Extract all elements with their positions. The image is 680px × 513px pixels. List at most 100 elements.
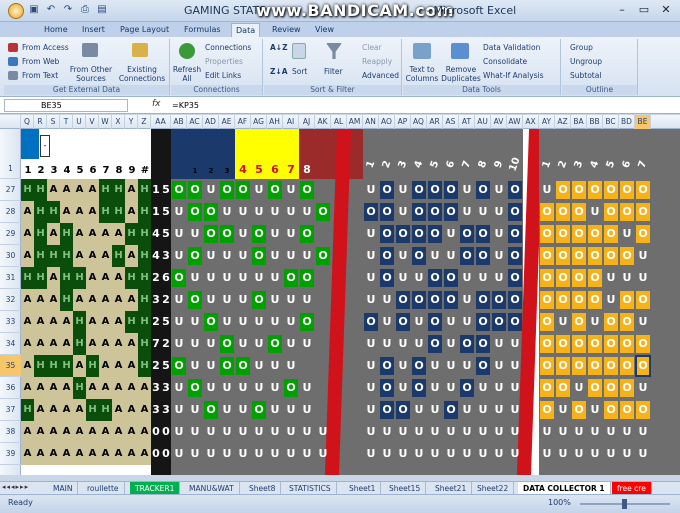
orange-grid-cell[interactable]: O (556, 269, 570, 287)
green-grid-cell[interactable]: U (300, 379, 314, 397)
from-access-button[interactable]: From Access (22, 43, 69, 52)
orange-grid-cell[interactable]: U (588, 313, 602, 331)
ha-cell[interactable]: A (73, 443, 86, 465)
ha-cell[interactable]: A (21, 333, 34, 355)
orange-grid-cell[interactable]: O (588, 291, 602, 309)
blue-grid-cell[interactable]: U (396, 445, 410, 463)
column-header-aj[interactable]: AJ (299, 115, 315, 129)
refresh-all-button[interactable]: Refresh All (171, 65, 203, 83)
blue-grid-cell[interactable]: O (380, 247, 394, 265)
column-header-r[interactable]: R (34, 115, 47, 129)
column-header-ba[interactable]: BA (571, 115, 587, 129)
blue-grid-cell[interactable]: O (476, 357, 490, 375)
score-cell[interactable]: 0 (151, 421, 161, 443)
blue-grid-cell[interactable]: O (444, 269, 458, 287)
blue-grid-cell[interactable]: O (412, 357, 426, 375)
blue-grid-cell[interactable]: O (460, 247, 474, 265)
blue-grid-cell[interactable]: O (508, 203, 522, 221)
green-grid-cell[interactable]: U (204, 247, 218, 265)
blue-grid-cell[interactable]: U (380, 313, 394, 331)
blue-grid-cell[interactable]: U (460, 291, 474, 309)
green-grid-cell[interactable]: U (172, 423, 186, 441)
green-grid-cell[interactable]: U (252, 203, 266, 221)
group-button[interactable]: Group (570, 43, 593, 52)
ha-cell[interactable]: A (73, 179, 86, 201)
score-cell[interactable]: 2 (151, 267, 161, 289)
green-grid-cell[interactable]: U (284, 203, 298, 221)
blue-grid-cell[interactable]: U (476, 445, 490, 463)
orange-grid-cell[interactable]: O (572, 313, 586, 331)
ha-cell[interactable]: H (34, 223, 47, 245)
green-grid-cell[interactable]: O (188, 203, 202, 221)
green-grid-cell[interactable]: U (204, 335, 218, 353)
orange-grid-cell[interactable]: O (620, 181, 634, 199)
filter-button[interactable]: Filter (324, 67, 343, 76)
blue-grid-cell[interactable]: O (444, 291, 458, 309)
score-cell[interactable]: 4 (151, 223, 161, 245)
blue-grid-cell[interactable]: U (364, 181, 378, 199)
column-header-av[interactable]: AV (491, 115, 507, 129)
ha-cell[interactable]: A (125, 377, 138, 399)
blue-grid-cell[interactable]: O (412, 181, 426, 199)
orange-grid-cell[interactable]: U (620, 225, 634, 243)
blue-grid-cell[interactable]: O (380, 269, 394, 287)
green-grid-cell[interactable]: O (172, 357, 186, 375)
ha-cell[interactable]: A (86, 289, 99, 311)
ha-cell[interactable]: A (34, 421, 47, 443)
blue-grid-cell[interactable]: U (364, 423, 378, 441)
orange-grid-cell[interactable]: O (540, 269, 554, 287)
column-header-t[interactable]: T (60, 115, 73, 129)
row-header-31[interactable]: 31 (0, 267, 21, 289)
blue-grid-cell[interactable]: O (444, 401, 458, 419)
green-grid-cell[interactable]: U (268, 379, 282, 397)
blue-grid-cell[interactable]: O (492, 313, 506, 331)
green-grid-cell[interactable]: U (188, 357, 202, 375)
orange-grid-cell[interactable]: O (556, 379, 570, 397)
orange-grid-cell[interactable]: O (556, 225, 570, 243)
blue-grid-cell[interactable]: U (428, 445, 442, 463)
orange-grid-cell[interactable]: O (572, 181, 586, 199)
green-grid-cell[interactable]: U (236, 423, 250, 441)
orange-grid-cell[interactable]: O (604, 335, 618, 353)
blue-grid-cell[interactable]: U (508, 445, 522, 463)
blue-grid-cell[interactable]: O (492, 291, 506, 309)
ha-cell[interactable]: A (21, 443, 34, 465)
ha-cell[interactable]: A (125, 333, 138, 355)
orange-grid-cell[interactable]: U (620, 423, 634, 441)
orange-grid-cell[interactable]: O (636, 401, 650, 419)
green-grid-cell[interactable]: U (284, 357, 298, 375)
ha-cell[interactable]: A (125, 355, 138, 377)
blue-grid-cell[interactable]: U (460, 181, 474, 199)
column-header-ak[interactable]: AK (315, 115, 331, 129)
orange-grid-cell[interactable]: O (620, 335, 634, 353)
blue-grid-cell[interactable]: O (380, 181, 394, 199)
blue-grid-cell[interactable]: U (396, 335, 410, 353)
green-grid-cell[interactable]: U (236, 291, 250, 309)
row-header-28[interactable]: 28 (0, 201, 21, 223)
zoom-thumb[interactable] (622, 499, 627, 509)
sheet-nav-icon[interactable]: ◂◂◂▸▸▸ (2, 483, 29, 491)
row-header-32[interactable]: 32 (0, 289, 21, 311)
green-grid-cell[interactable]: U (188, 445, 202, 463)
ha-cell[interactable]: A (112, 355, 125, 377)
green-grid-cell[interactable]: U (220, 269, 234, 287)
ha-cell[interactable]: A (34, 399, 47, 421)
close-icon[interactable]: ✕ (656, 2, 676, 18)
column-header-as[interactable]: AS (443, 115, 459, 129)
ha-cell[interactable]: A (99, 245, 112, 267)
green-grid-cell[interactable]: U (172, 313, 186, 331)
blue-grid-cell[interactable]: U (476, 269, 490, 287)
column-header-au[interactable]: AU (475, 115, 491, 129)
ha-cell[interactable]: H (99, 399, 112, 421)
blue-grid-cell[interactable]: U (444, 225, 458, 243)
score-cell[interactable]: 5 (161, 355, 171, 377)
green-grid-cell[interactable]: U (236, 225, 250, 243)
green-grid-cell[interactable]: O (220, 225, 234, 243)
column-header-aa[interactable]: AA (151, 115, 171, 129)
sort-button[interactable]: Sort (292, 67, 307, 76)
ha-cell[interactable]: A (125, 399, 138, 421)
orange-grid-cell[interactable]: U (604, 291, 618, 309)
ha-cell[interactable]: A (99, 333, 112, 355)
orange-grid-cell[interactable]: O (588, 357, 602, 375)
blue-grid-cell[interactable]: O (396, 291, 410, 309)
